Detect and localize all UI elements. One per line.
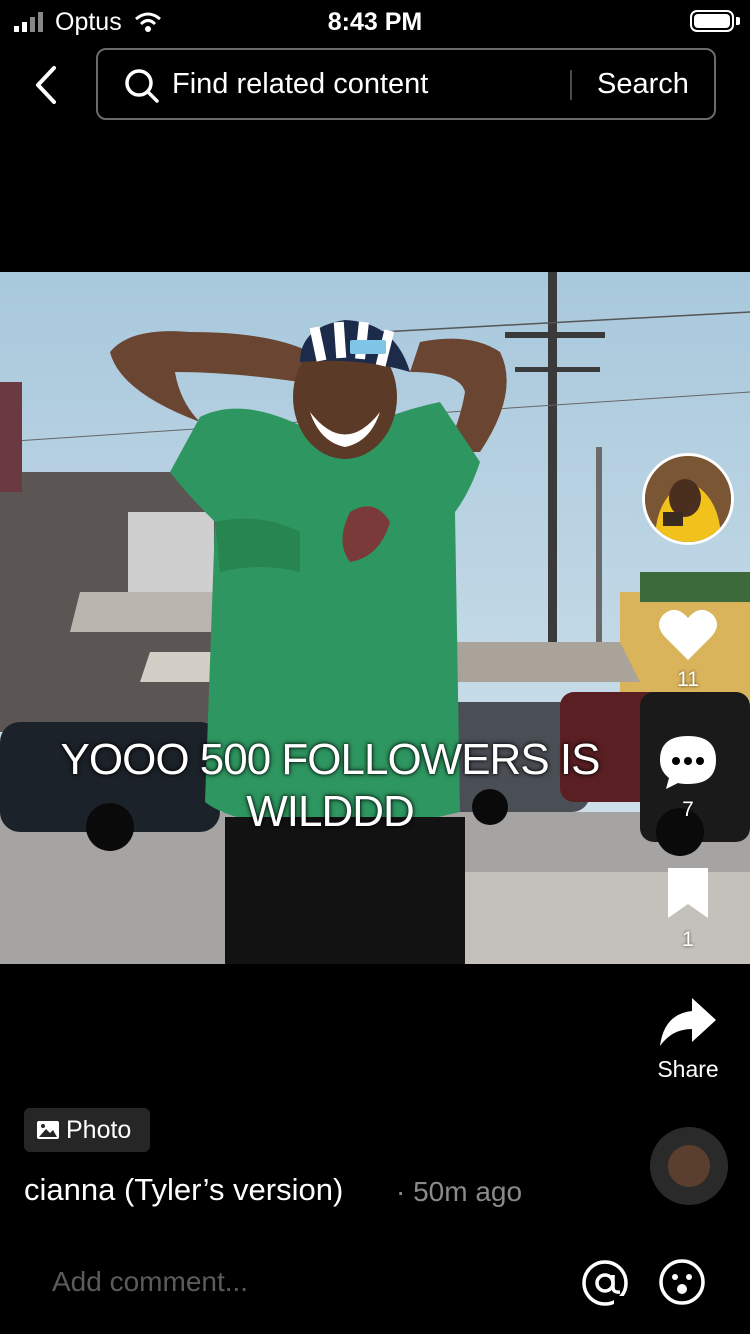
sound-disc[interactable] — [650, 1127, 728, 1205]
back-icon[interactable] — [26, 62, 66, 108]
clock: 8:43 PM — [327, 8, 423, 36]
search-bar[interactable]: Find related content Search — [96, 48, 716, 120]
search-button[interactable]: Search — [588, 68, 698, 101]
share-label[interactable]: Share — [640, 1056, 736, 1083]
status-bar: Optus 8:43 PM — [0, 0, 750, 44]
post-caption: YOOO 500 FOLLOWERS IS WILDDD — [60, 735, 601, 836]
emoji-icon[interactable] — [658, 1258, 706, 1306]
at-icon[interactable] — [580, 1258, 630, 1308]
photo-icon — [37, 1121, 59, 1139]
author-name[interactable]: cianna (Tyler’s version) — [24, 1172, 343, 1208]
photo-badge: Photo — [24, 1108, 150, 1152]
search-divider — [570, 70, 572, 100]
search-icon — [125, 69, 159, 103]
share-icon[interactable] — [658, 994, 718, 1050]
avatar-image — [645, 456, 731, 542]
photo-illustration — [0, 272, 750, 964]
comment-input[interactable]: Add comment... — [52, 1266, 248, 1298]
post-time: · 50m ago — [396, 1176, 523, 1207]
heart-icon[interactable] — [658, 606, 718, 662]
post-photo[interactable]: YOOO 500 FOLLOWERS IS WILDDD — [0, 272, 750, 964]
comment-count: 7 — [682, 798, 694, 821]
save-count: 1 — [682, 928, 694, 951]
search-input[interactable]: Find related content — [172, 68, 428, 101]
like-count: 11 — [677, 668, 699, 691]
battery-icon — [690, 10, 734, 32]
sound-cover — [668, 1145, 710, 1187]
author-avatar[interactable] — [642, 453, 734, 545]
photo-badge-label: Photo — [66, 1116, 132, 1144]
battery-tip — [736, 17, 740, 25]
comment-icon[interactable] — [658, 734, 718, 790]
bookmark-icon[interactable] — [664, 866, 712, 922]
